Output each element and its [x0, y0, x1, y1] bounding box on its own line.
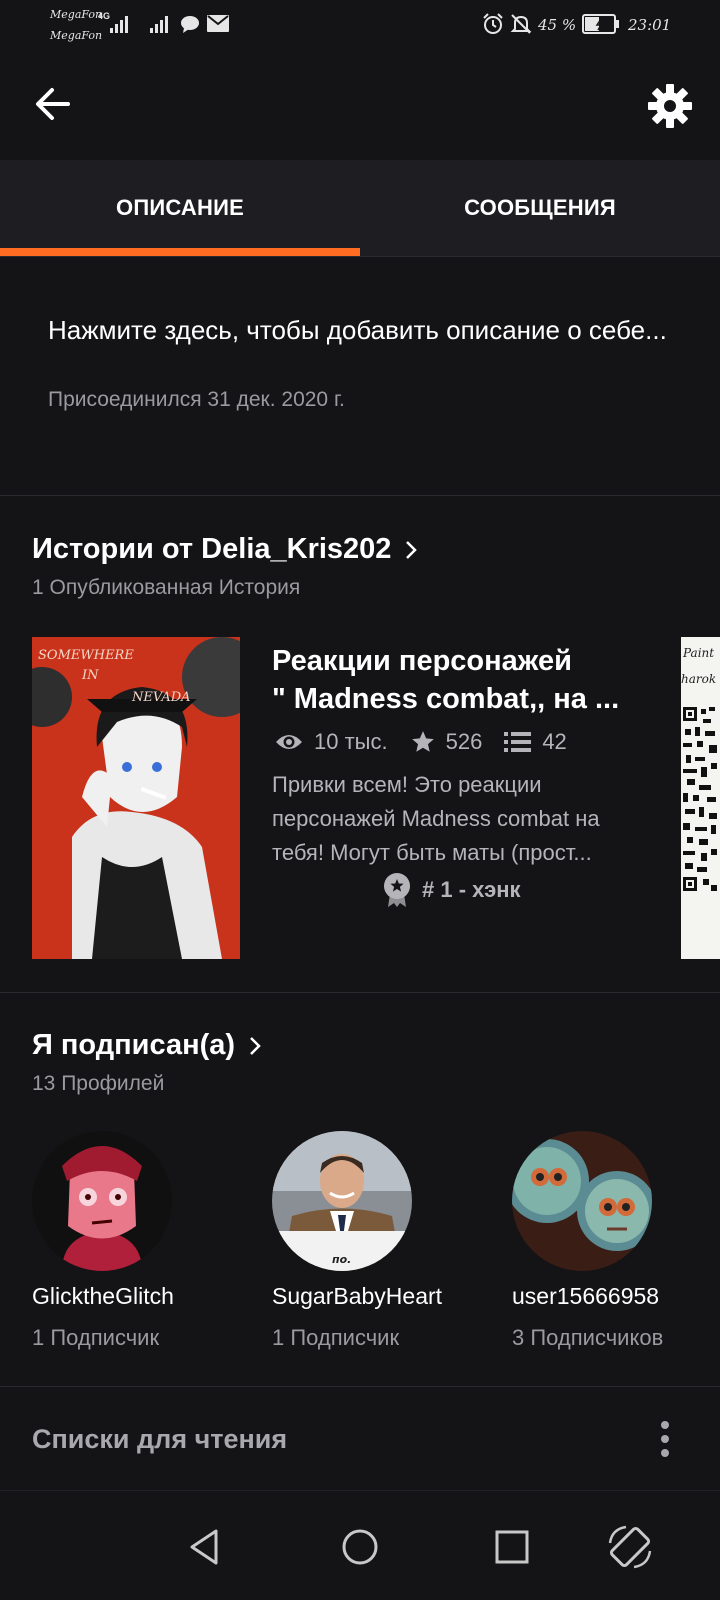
stories-title: Истории от Delia_Kris202 [32, 533, 392, 565]
avatar[interactable]: по. [272, 1131, 412, 1271]
gear-icon [648, 84, 692, 128]
story-cover-art: SOMEWHERE IN NEVADA [32, 637, 240, 959]
mail-icon [207, 15, 229, 32]
following-title: Я подписан(а) [32, 1029, 236, 1061]
following-count: 13 Профилей [32, 1072, 165, 1095]
followed-profile[interactable]: по. SugarBabyHeart 1 Подписчик [272, 1131, 512, 1371]
story-desc-line-1: Привки всем! Это реакции [272, 772, 542, 797]
chat-icon [181, 16, 199, 33]
nav-recents-button[interactable] [486, 1521, 538, 1573]
followed-profile[interactable]: GlicktheGlitch 1 Подписчик [32, 1131, 272, 1371]
votes-count: 526 [445, 729, 483, 754]
recents-square-icon [495, 1530, 529, 1564]
chevron-right-icon [250, 1036, 261, 1055]
tab-messages[interactable]: СООБЩЕНИЯ [360, 160, 720, 256]
list-icon [504, 732, 532, 752]
chevron-right-icon [406, 540, 418, 559]
mute-icon [510, 14, 532, 34]
story-cover[interactable]: SOMEWHERE IN NEVADA [32, 637, 240, 959]
stories-count: 1 Опубликованная История [32, 576, 301, 599]
reads-stat: 10 тыс. [274, 729, 388, 755]
story-stats: 10 тыс. 526 42 [274, 724, 589, 760]
parts-stat: 42 [504, 729, 567, 755]
nav-back-button[interactable] [180, 1521, 232, 1573]
cover-text-3: NEVADA [131, 690, 191, 705]
tab-description[interactable]: ОПИСАНИЕ [0, 160, 360, 256]
story-title[interactable]: Реакции персонажей " Madness combat,, на… [272, 642, 642, 718]
eye-icon [276, 735, 302, 749]
profile-followers: 1 Подписчик [32, 1325, 160, 1350]
avatar-art: по. [272, 1131, 412, 1271]
arrow-left-icon [36, 88, 70, 120]
profile-name[interactable]: user15666958 [512, 1283, 659, 1310]
battery-icon [582, 14, 619, 34]
cover-text-2: IN [81, 668, 99, 683]
next-story-cover-art: Paint harok [681, 637, 720, 959]
next-cover-text-1: Paint [682, 646, 714, 660]
network-type: 4G [98, 11, 111, 21]
star-icon [411, 731, 434, 752]
carrier-1: MegaFon [50, 8, 103, 21]
section-divider [0, 1386, 720, 1387]
app-bar [0, 50, 720, 160]
story-desc-line-3: тебя! Могут быть маты (прост... [272, 840, 592, 865]
cover-text-1: SOMEWHERE [38, 648, 134, 663]
alarm-icon [483, 13, 503, 34]
votes-stat: 526 [410, 729, 483, 755]
clock: 23:01 [628, 16, 672, 34]
story-description: Привки всем! Это реакции персонажей Madn… [272, 768, 647, 870]
section-divider [0, 992, 720, 993]
reading-lists-title[interactable]: Списки для чтения [32, 1424, 287, 1455]
story-desc-line-2: персонажей Madness combat на [272, 806, 600, 831]
stories-header[interactable]: Истории от Delia_Kris202 [32, 533, 419, 566]
status-bar: MegaFon MegaFon 4G 45 % 23:01 [0, 0, 720, 50]
avatar-art [512, 1131, 652, 1271]
avatar[interactable] [512, 1131, 652, 1271]
profile-tabs: ОПИСАНИЕ СООБЩЕНИЯ [0, 160, 720, 257]
reading-lists-more-button[interactable] [650, 1416, 680, 1462]
carrier-2: MegaFon [50, 29, 103, 42]
battery-percent: 45 % [538, 16, 577, 34]
avatar-art [32, 1131, 172, 1271]
ribbon-badge-icon [384, 873, 410, 907]
active-tab-indicator [0, 248, 360, 256]
home-circle-icon [342, 1529, 378, 1565]
profile-followers: 3 Подписчиков [512, 1325, 664, 1350]
avatar-sign-text: по. [332, 1253, 351, 1266]
more-vertical-icon [661, 1421, 669, 1457]
profile-followers: 1 Подписчик [272, 1325, 400, 1350]
rotate-icon [608, 1525, 652, 1569]
profile-name[interactable]: SugarBabyHeart [272, 1283, 442, 1310]
nav-rotate-button[interactable] [604, 1521, 656, 1573]
story-title-line-2: " Madness combat,, на ... [272, 683, 620, 715]
back-button[interactable] [30, 84, 82, 124]
story-rank[interactable]: # 1 - хэнк [382, 872, 521, 908]
story-title-line-1: Реакции персонажей [272, 645, 572, 677]
parts-count: 42 [542, 729, 567, 754]
profile-name[interactable]: GlicktheGlitch [32, 1283, 174, 1310]
following-header[interactable]: Я подписан(а) [32, 1029, 263, 1062]
next-cover-text-2: harok [681, 672, 716, 686]
add-description-prompt[interactable]: Нажмите здесь, чтобы добавить описание о… [48, 310, 668, 350]
avatar[interactable] [32, 1131, 172, 1271]
rank-label: # 1 - хэнк [422, 877, 521, 902]
settings-button[interactable] [644, 80, 696, 132]
joined-date: Присоединился 31 дек. 2020 г. [48, 388, 345, 411]
system-nav-bar [0, 1490, 720, 1600]
nav-home-button[interactable] [334, 1521, 386, 1573]
followed-profile[interactable]: user15666958 3 Подписчиков [512, 1131, 720, 1371]
signal-icon [110, 16, 128, 33]
reads-count: 10 тыс. [314, 729, 388, 754]
about-section: Нажмите здесь, чтобы добавить описание о… [0, 258, 720, 496]
next-story-cover[interactable]: Paint harok [681, 637, 720, 959]
signal-icon [150, 16, 168, 33]
back-triangle-icon [190, 1529, 218, 1565]
